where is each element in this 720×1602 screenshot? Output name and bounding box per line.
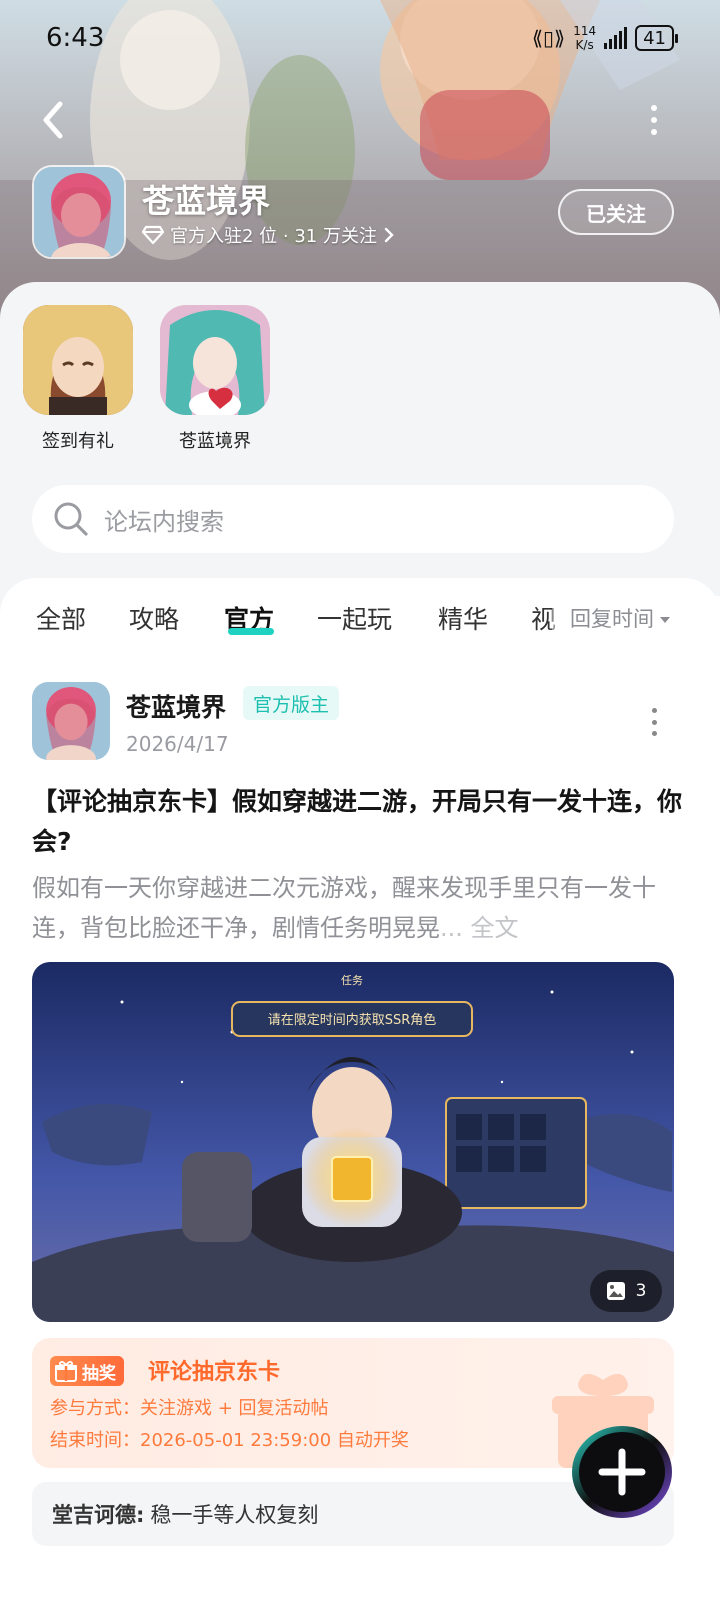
more-options-button[interactable] [642, 100, 666, 140]
post-image[interactable]: 请在限定时间内获取SSR角色 任务 [32, 962, 674, 1322]
plus-icon [572, 1426, 672, 1518]
checkin-thumbnail [23, 305, 133, 415]
forum-search-input[interactable]: 论坛内搜索 [32, 485, 674, 553]
search-placeholder: 论坛内搜索 [104, 507, 224, 536]
tab-featured[interactable]: 精华 [438, 600, 488, 636]
tab-play-together[interactable]: 一起玩 [317, 600, 392, 636]
battery-level: 41 [643, 27, 666, 49]
status-time: 6:43 [46, 23, 105, 53]
shortcut-checkin[interactable]: 签到有礼 [23, 305, 133, 453]
search-icon [54, 502, 88, 536]
game-meta-link[interactable]: 官方入驻2 位 · 31 万关注 [142, 222, 395, 248]
tab-all[interactable]: 全部 [36, 600, 86, 636]
speed-unit: K/s [575, 38, 594, 52]
post-date: 2026/4/17 [126, 732, 229, 756]
shortcut-game[interactable]: 苍蓝境界 [160, 305, 270, 453]
lottery-title: 评论抽京东卡 [148, 1360, 281, 1385]
lottery-end-time: 结束时间：2026-05-01 23:59:00 自动开奖 [50, 1430, 409, 1451]
back-button[interactable] [36, 98, 72, 142]
game-icon [32, 165, 126, 259]
image-count: 3 [635, 1281, 647, 1301]
game-meta-text: 官方入驻2 位 · 31 万关注 [170, 226, 377, 247]
lottery-tag: 抽奖 [50, 1356, 124, 1386]
diamond-icon [142, 225, 164, 245]
speed-value: 114 [573, 24, 597, 38]
official-moderator-badge: 官方版主 [243, 686, 340, 720]
tab-guides[interactable]: 攻略 [129, 600, 179, 636]
commenter-name: 堂吉诃德: [52, 1503, 145, 1527]
excerpt-text: 假如有一天你穿越进二次元游戏，醒来发现手里只有一发十连，背包比脸还干净，剧情任务… [32, 874, 656, 942]
chevron-left-icon [43, 101, 63, 139]
post-excerpt[interactable]: 假如有一天你穿越进二次元游戏，醒来发现手里只有一发十连，背包比脸还干净，剧情任务… [32, 868, 682, 948]
image-header-text: 任务 [341, 974, 363, 987]
chevron-right-icon [384, 227, 394, 243]
signal-icon [604, 27, 628, 49]
post-more-button[interactable] [644, 708, 664, 736]
caret-down-icon [660, 616, 670, 623]
status-bar: 6:43 ⟪▯⟫ 114 K/s 41 [0, 0, 720, 76]
game-thumbnail [160, 305, 270, 415]
shortcut-label: 苍蓝境界 [179, 431, 251, 452]
author-name[interactable]: 苍蓝境界 [126, 688, 226, 724]
post-title[interactable]: 【评论抽京东卡】假如穿越进二游，开局只有一发十连，你会? [32, 782, 682, 862]
follow-button[interactable]: 已关注 [558, 189, 674, 235]
comment-text: 稳一手等人权复刻 [150, 1503, 319, 1527]
sort-label: 回复时间 [570, 607, 654, 631]
image-caption-text: 请在限定时间内获取SSR角色 [268, 1012, 437, 1028]
image-icon [606, 1282, 625, 1300]
status-icons: ⟪▯⟫ 114 K/s 41 [531, 24, 678, 52]
gift-icon [55, 1360, 77, 1382]
vibrate-icon: ⟪▯⟫ [531, 26, 566, 50]
image-count-badge: 3 [590, 1270, 662, 1312]
active-tab-indicator [228, 628, 274, 635]
new-post-button[interactable] [570, 1424, 674, 1520]
sort-dropdown[interactable]: 回复时间 [552, 596, 720, 640]
read-more-link[interactable]: ... 全文 [440, 914, 519, 942]
network-speed: 114 K/s [573, 24, 596, 52]
author-avatar[interactable] [32, 682, 110, 760]
lottery-tag-text: 抽奖 [82, 1363, 116, 1384]
shortcut-label: 签到有礼 [42, 431, 114, 452]
lottery-method: 参与方式：关注游戏 + 回复活动帖 [50, 1398, 329, 1419]
battery-icon: 41 [635, 25, 678, 51]
game-title: 苍蓝境界 [142, 182, 271, 220]
